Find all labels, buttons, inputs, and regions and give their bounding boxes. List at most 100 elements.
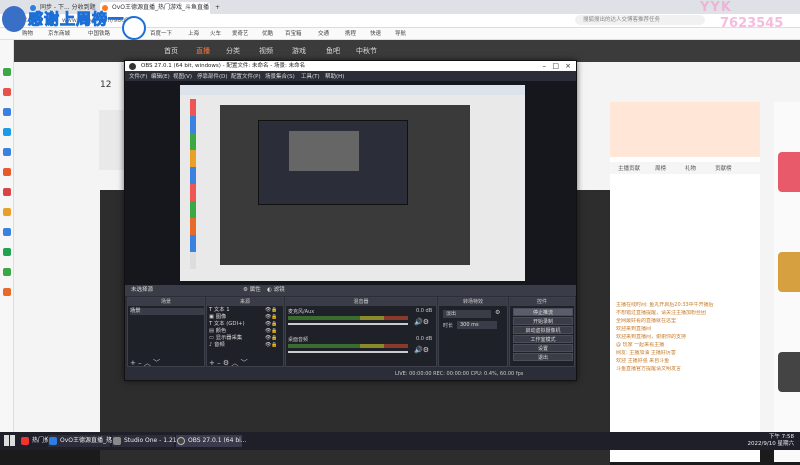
tab-contribution[interactable]: 主播贡献 bbox=[618, 164, 640, 172]
captured-browser-chrome bbox=[180, 85, 525, 95]
bookmark-item[interactable]: 上海 bbox=[188, 30, 199, 38]
menu-scene-collection[interactable]: 场景集合(S) bbox=[265, 72, 295, 80]
windows-start-icon[interactable] bbox=[4, 435, 15, 446]
bookmark-item[interactable]: 导航 bbox=[395, 30, 406, 38]
exit-button[interactable]: 退出 bbox=[513, 353, 573, 361]
captured-dock bbox=[190, 99, 196, 269]
transition-select[interactable]: 淡出 bbox=[443, 310, 491, 318]
watermark: YYK bbox=[700, 0, 732, 15]
dock-app-icon[interactable] bbox=[3, 88, 11, 96]
down-icon[interactable]: ﹀ bbox=[241, 359, 248, 367]
add-icon[interactable]: + bbox=[209, 359, 217, 367]
tab-gift[interactable]: 礼物 bbox=[685, 164, 696, 172]
bookmark-item[interactable]: 优酷 bbox=[262, 30, 273, 38]
minimize-icon[interactable]: – bbox=[543, 61, 547, 71]
nav-item[interactable]: 中秋节 bbox=[356, 46, 377, 56]
no-source-label: 未选择源 bbox=[131, 287, 154, 293]
source-item[interactable]: ▤ 颜色 bbox=[209, 328, 226, 335]
bookmark-item[interactable]: 快速 bbox=[370, 30, 381, 38]
source-label: 显示器采集 bbox=[215, 335, 243, 341]
mute-speaker-icon[interactable]: 🔊⚙ bbox=[414, 318, 429, 326]
visibility-icons[interactable]: 👁🔒 👁🔒 👁🔒 👁🔒 👁🔒 👁🔒 bbox=[265, 307, 278, 349]
dock-app-icon[interactable] bbox=[3, 168, 11, 176]
start-recording-button[interactable]: 开始录制 bbox=[513, 317, 573, 325]
obs-menubar: 文件(F) 编辑(E) 视图(V) 停靠部件(D) 配置文件(P) 场景集合(S… bbox=[125, 71, 576, 81]
scene-item[interactable]: 场景 bbox=[130, 308, 204, 315]
studio-mode-button[interactable]: 工作室模式 bbox=[513, 335, 573, 343]
properties-button[interactable]: ⚙ 属性 bbox=[243, 285, 261, 296]
down-icon[interactable]: ﹀ bbox=[153, 359, 160, 367]
up-icon[interactable]: ︿ bbox=[231, 359, 240, 367]
menu-file[interactable]: 文件(F) bbox=[129, 72, 147, 80]
taskbar-item-active[interactable]: OBS 27.0.1 (64 bi... bbox=[176, 435, 247, 447]
source-item[interactable]: ▭ 显示器采集 bbox=[209, 335, 242, 342]
bookmark-item[interactable]: 携程 bbox=[345, 30, 356, 38]
bookmark-item[interactable]: 百度一下 bbox=[150, 30, 172, 38]
tab-week[interactable]: 周榜 bbox=[655, 164, 666, 172]
mixer-header: 混音器 bbox=[286, 298, 436, 306]
dock-app-icon[interactable] bbox=[3, 268, 11, 276]
add-icon[interactable]: + bbox=[130, 359, 138, 367]
stream-banner: 感谢上周榜一 bbox=[0, 6, 150, 46]
promo-banner[interactable] bbox=[778, 252, 800, 292]
system-clock[interactable]: 下午 7:58 2022/9/10 星期六 bbox=[748, 434, 794, 448]
close-icon[interactable]: × bbox=[565, 61, 571, 71]
source-item[interactable]: ▣ 图像 bbox=[209, 314, 226, 321]
dock-app-icon[interactable] bbox=[3, 188, 11, 196]
bookmark-item[interactable]: 百宝箱 bbox=[285, 30, 302, 38]
volume-slider[interactable] bbox=[288, 323, 408, 325]
dock-app-icon[interactable] bbox=[3, 228, 11, 236]
dock-app-icon[interactable] bbox=[3, 128, 11, 136]
source-item[interactable]: T 文本 1 bbox=[209, 307, 230, 314]
obs-preview[interactable] bbox=[125, 81, 576, 285]
dock-app-icon[interactable] bbox=[3, 68, 11, 76]
nav-item[interactable]: 视频 bbox=[259, 46, 273, 56]
dock-app-icon[interactable] bbox=[3, 148, 11, 156]
gear-icon[interactable]: ⚙ bbox=[495, 309, 500, 316]
sources-header: 来源 bbox=[207, 298, 283, 306]
up-icon[interactable]: ︿ bbox=[144, 359, 153, 367]
promo-banner[interactable] bbox=[778, 152, 800, 192]
filters-button[interactable]: ◐ 滤镜 bbox=[267, 285, 285, 296]
bookmark-item[interactable]: 爱奇艺 bbox=[232, 30, 249, 38]
gift-banner bbox=[610, 102, 760, 157]
promo-banner[interactable] bbox=[778, 352, 800, 392]
bookmark-item[interactable]: 交通 bbox=[318, 30, 329, 38]
new-tab-button[interactable]: + bbox=[212, 2, 226, 14]
dock-app-icon[interactable] bbox=[3, 288, 11, 296]
clock-time: 下午 7:58 bbox=[768, 434, 794, 440]
menu-profile[interactable]: 配置文件(P) bbox=[231, 72, 261, 80]
volume-slider[interactable] bbox=[288, 351, 408, 353]
settings-button[interactable]: 设置 bbox=[513, 344, 573, 352]
menu-help[interactable]: 帮助(H) bbox=[325, 72, 344, 80]
nav-item[interactable]: 分类 bbox=[226, 46, 240, 56]
dock-app-icon[interactable] bbox=[3, 208, 11, 216]
menu-docks[interactable]: 停靠部件(D) bbox=[197, 72, 228, 80]
nav-item[interactable]: 鱼吧 bbox=[326, 46, 340, 56]
virtual-camera-button[interactable]: 启动虚拟摄像机 bbox=[513, 326, 573, 334]
menu-edit[interactable]: 编辑(E) bbox=[151, 72, 170, 80]
taskbar-item[interactable]: OvO王德源直播_热... bbox=[48, 435, 118, 447]
menu-view[interactable]: 视图(V) bbox=[173, 72, 192, 80]
search-input[interactable]: 搜狐搜出的达人交博客推荐任务 bbox=[575, 15, 705, 25]
source-item[interactable]: T 文本 (GDI+) bbox=[209, 321, 245, 328]
duration-input[interactable]: 300 ms bbox=[457, 321, 497, 329]
app-icon bbox=[21, 437, 29, 445]
nav-item[interactable]: 游戏 bbox=[292, 46, 306, 56]
stop-streaming-button[interactable]: 停止推流 bbox=[513, 308, 573, 316]
maximize-icon[interactable]: □ bbox=[552, 61, 559, 71]
tab-rank[interactable]: 贡献榜 bbox=[715, 164, 732, 172]
taskbar-item[interactable]: Studio One - 1.21 bbox=[112, 435, 177, 447]
nav-item-active[interactable]: 直播 bbox=[196, 46, 210, 56]
obs-window: OBS 27.0.1 (64 bit, windows) - 配置文件: 未命名… bbox=[124, 60, 577, 381]
dock-app-icon[interactable] bbox=[3, 248, 11, 256]
chat-message: 欢迎来到直播间，谢谢你的支持 bbox=[616, 334, 687, 340]
bookmark-item[interactable]: 火车 bbox=[210, 30, 221, 38]
source-item[interactable]: ♪ 音频 bbox=[209, 342, 225, 349]
nav-item[interactable]: 首页 bbox=[164, 46, 178, 56]
dock-app-icon[interactable] bbox=[3, 108, 11, 116]
mute-speaker-icon[interactable]: 🔊⚙ bbox=[414, 346, 429, 354]
mixer-channel-name: 桌面音频 bbox=[288, 337, 309, 343]
menu-tools[interactable]: 工具(T) bbox=[301, 72, 320, 80]
obs-titlebar: OBS 27.0.1 (64 bit, windows) - 配置文件: 未命名… bbox=[125, 61, 576, 71]
